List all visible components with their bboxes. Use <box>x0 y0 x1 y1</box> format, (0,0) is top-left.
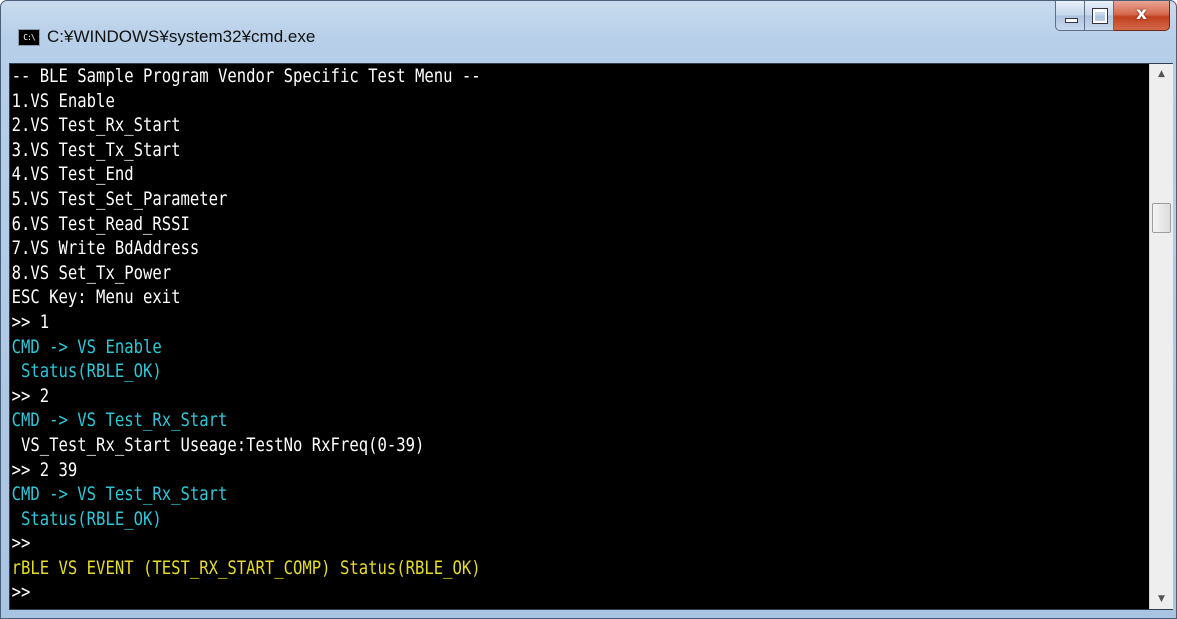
vertical-scrollbar[interactable]: ▲ ▼ <box>1149 64 1173 609</box>
console-window: C:\ C:¥WINDOWS¥system32¥cmd.exe x -- BLE… <box>0 0 1177 619</box>
console-line: CMD -> VS Enable <box>11 335 162 358</box>
close-icon: x <box>1136 4 1147 24</box>
console-line: -- BLE Sample Program Vendor Specific Te… <box>11 65 481 87</box>
console-line: >> <box>11 581 31 604</box>
console-line: 8.VS Set_Tx_Power <box>11 261 172 284</box>
maximize-button[interactable] <box>1085 1 1114 31</box>
console-line: 6.VS Test_Read_RSSI <box>11 212 190 235</box>
window-title: C:¥WINDOWS¥system32¥cmd.exe <box>47 27 316 46</box>
console-line: 5.VS Test_Set_Parameter <box>11 187 228 210</box>
console-line: >> 2 39 <box>11 458 78 481</box>
console-line: Status(RBLE_OK) <box>11 507 162 530</box>
scroll-down-button[interactable]: ▼ <box>1150 589 1173 609</box>
console-line: Status(RBLE_OK) <box>11 360 162 383</box>
console-output[interactable]: -- BLE Sample Program Vendor Specific Te… <box>10 64 1149 609</box>
maximize-icon <box>1092 8 1108 24</box>
scroll-down-arrow-icon: ▼ <box>1158 594 1165 604</box>
scrollbar-thumb[interactable] <box>1152 203 1171 234</box>
console-line: rBLE VS EVENT (TEST_RX_START_COMP) Statu… <box>11 556 481 579</box>
console-line: 1.VS Enable <box>11 89 115 112</box>
minimize-button[interactable] <box>1055 1 1085 31</box>
title-bar[interactable]: C:\ C:¥WINDOWS¥system32¥cmd.exe x <box>1 1 1176 63</box>
console-line: 3.VS Test_Tx_Start <box>11 138 181 161</box>
caption-buttons: x <box>1055 1 1170 34</box>
console-line: ESC Key: Menu exit <box>11 286 181 309</box>
minimize-icon <box>1065 18 1078 23</box>
close-button[interactable]: x <box>1114 1 1170 31</box>
cmd-app-icon[interactable]: C:\ <box>18 29 40 46</box>
console-line: 4.VS Test_End <box>11 163 134 186</box>
console-line: VS_Test_Rx_Start Useage:TestNo RxFreq(0-… <box>11 433 425 456</box>
console-line: >> <box>11 532 31 555</box>
console-line: 7.VS Write BdAddress <box>11 237 200 260</box>
scroll-up-arrow-icon: ▲ <box>1158 69 1165 79</box>
console-line: 2.VS Test_Rx_Start <box>11 114 181 137</box>
console-line: CMD -> VS Test_Rx_Start <box>11 409 228 432</box>
console-line: >> 2 <box>11 384 50 407</box>
console-client-area: -- BLE Sample Program Vendor Specific Te… <box>9 63 1173 610</box>
console-line: CMD -> VS Test_Rx_Start <box>11 483 228 506</box>
scroll-up-button[interactable]: ▲ <box>1150 64 1173 84</box>
console-line: >> 1 <box>11 310 50 333</box>
